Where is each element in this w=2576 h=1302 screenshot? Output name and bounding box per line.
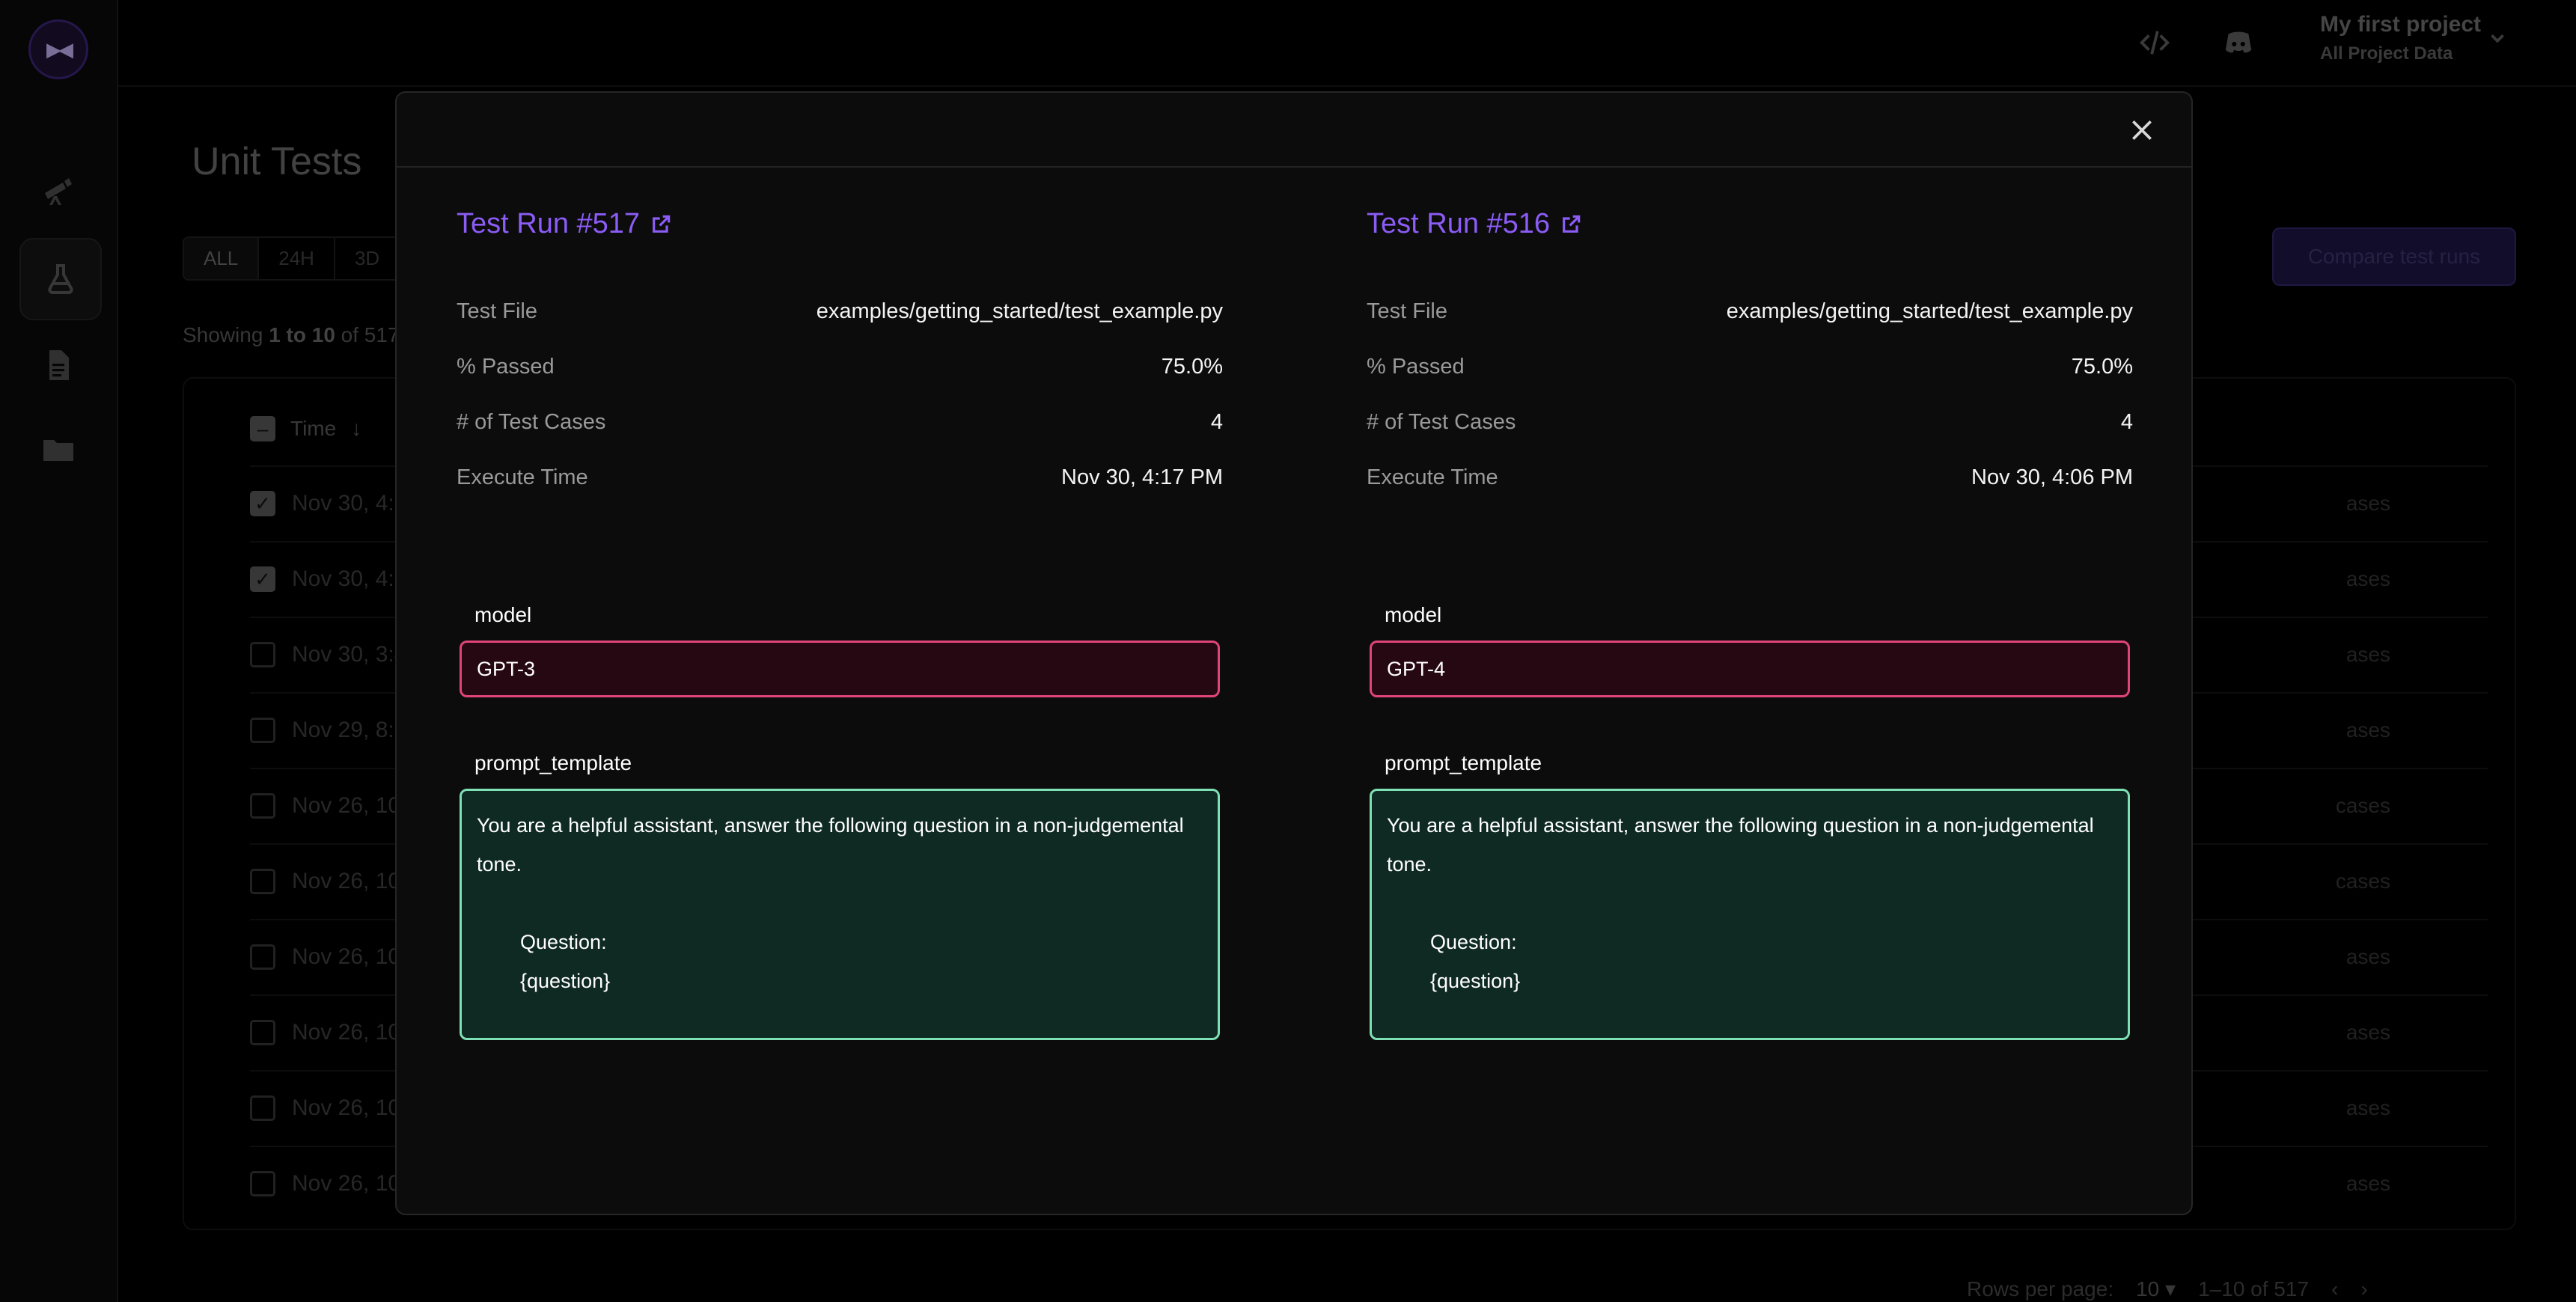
prompt-line: tone. bbox=[477, 853, 522, 875]
meta-test-cases: # of Test Cases 4 bbox=[457, 410, 1223, 435]
meta-label: # of Test Cases bbox=[1367, 410, 1516, 434]
run-title-link[interactable]: Test Run #516 bbox=[1367, 208, 1583, 240]
prompt-line: {question} bbox=[520, 970, 611, 992]
meta-value: 75.0% bbox=[1161, 355, 1223, 379]
prompt-line: You are a helpful assistant, answer the … bbox=[1387, 814, 2094, 837]
meta-value: 4 bbox=[2120, 410, 2133, 434]
meta-value: Nov 30, 4:06 PM bbox=[1971, 465, 2133, 489]
compare-runs-modal: Test Run #517 Test File examples/getting_… bbox=[395, 91, 2193, 1215]
prompt-template-label: prompt_template bbox=[1385, 751, 1542, 774]
external-link-icon bbox=[1563, 215, 1581, 233]
meta-label: Execute Time bbox=[457, 465, 588, 489]
meta-label: % Passed bbox=[457, 355, 555, 379]
meta-passed: % Passed 75.0% bbox=[457, 355, 1223, 379]
prompt-line: You are a helpful assistant, answer the … bbox=[477, 814, 1184, 837]
run-title-link[interactable]: Test Run #517 bbox=[457, 208, 673, 240]
model-value: GPT-4 bbox=[1387, 657, 1446, 680]
meta-label: Test File bbox=[1367, 299, 1447, 323]
meta-label: Execute Time bbox=[1367, 465, 1498, 489]
meta-value: examples/getting_started/test_example.py bbox=[1726, 299, 2133, 323]
meta-value: 75.0% bbox=[2071, 355, 2133, 379]
prompt-line: tone. bbox=[1387, 853, 1432, 875]
close-icon[interactable] bbox=[2127, 115, 2157, 145]
prompt-template-box[interactable]: You are a helpful assistant, answer the … bbox=[1370, 789, 2130, 1040]
meta-value: examples/getting_started/test_example.py bbox=[816, 299, 1223, 323]
prompt-line: Question: bbox=[1430, 931, 1517, 953]
external-link-icon bbox=[653, 215, 671, 233]
prompt-template-label: prompt_template bbox=[474, 751, 632, 774]
model-label: model bbox=[474, 603, 532, 626]
meta-label: # of Test Cases bbox=[457, 410, 606, 434]
meta-passed: % Passed 75.0% bbox=[1367, 355, 2133, 379]
run-title: Test Run #516 bbox=[1367, 208, 1551, 239]
meta-test-file: Test File examples/getting_started/test_e… bbox=[1367, 299, 2133, 324]
meta-execute-time: Execute Time Nov 30, 4:17 PM bbox=[457, 465, 1223, 490]
modal-header bbox=[397, 93, 2191, 168]
meta-label: Test File bbox=[457, 299, 537, 323]
meta-value: 4 bbox=[1210, 410, 1223, 434]
model-label: model bbox=[1385, 603, 1442, 626]
model-value-box[interactable]: GPT-3 bbox=[460, 641, 1220, 697]
model-value-box[interactable]: GPT-4 bbox=[1370, 641, 2130, 697]
model-value: GPT-3 bbox=[477, 657, 536, 680]
prompt-template-box[interactable]: You are a helpful assistant, answer the … bbox=[460, 789, 1220, 1040]
meta-test-cases: # of Test Cases 4 bbox=[1367, 410, 2133, 435]
meta-execute-time: Execute Time Nov 30, 4:06 PM bbox=[1367, 465, 2133, 490]
prompt-line: {question} bbox=[1430, 970, 1521, 992]
run-title: Test Run #517 bbox=[457, 208, 641, 239]
meta-value: Nov 30, 4:17 PM bbox=[1061, 465, 1223, 489]
prompt-line: Question: bbox=[520, 931, 607, 953]
meta-label: % Passed bbox=[1367, 355, 1465, 379]
meta-test-file: Test File examples/getting_started/test_e… bbox=[457, 299, 1223, 324]
